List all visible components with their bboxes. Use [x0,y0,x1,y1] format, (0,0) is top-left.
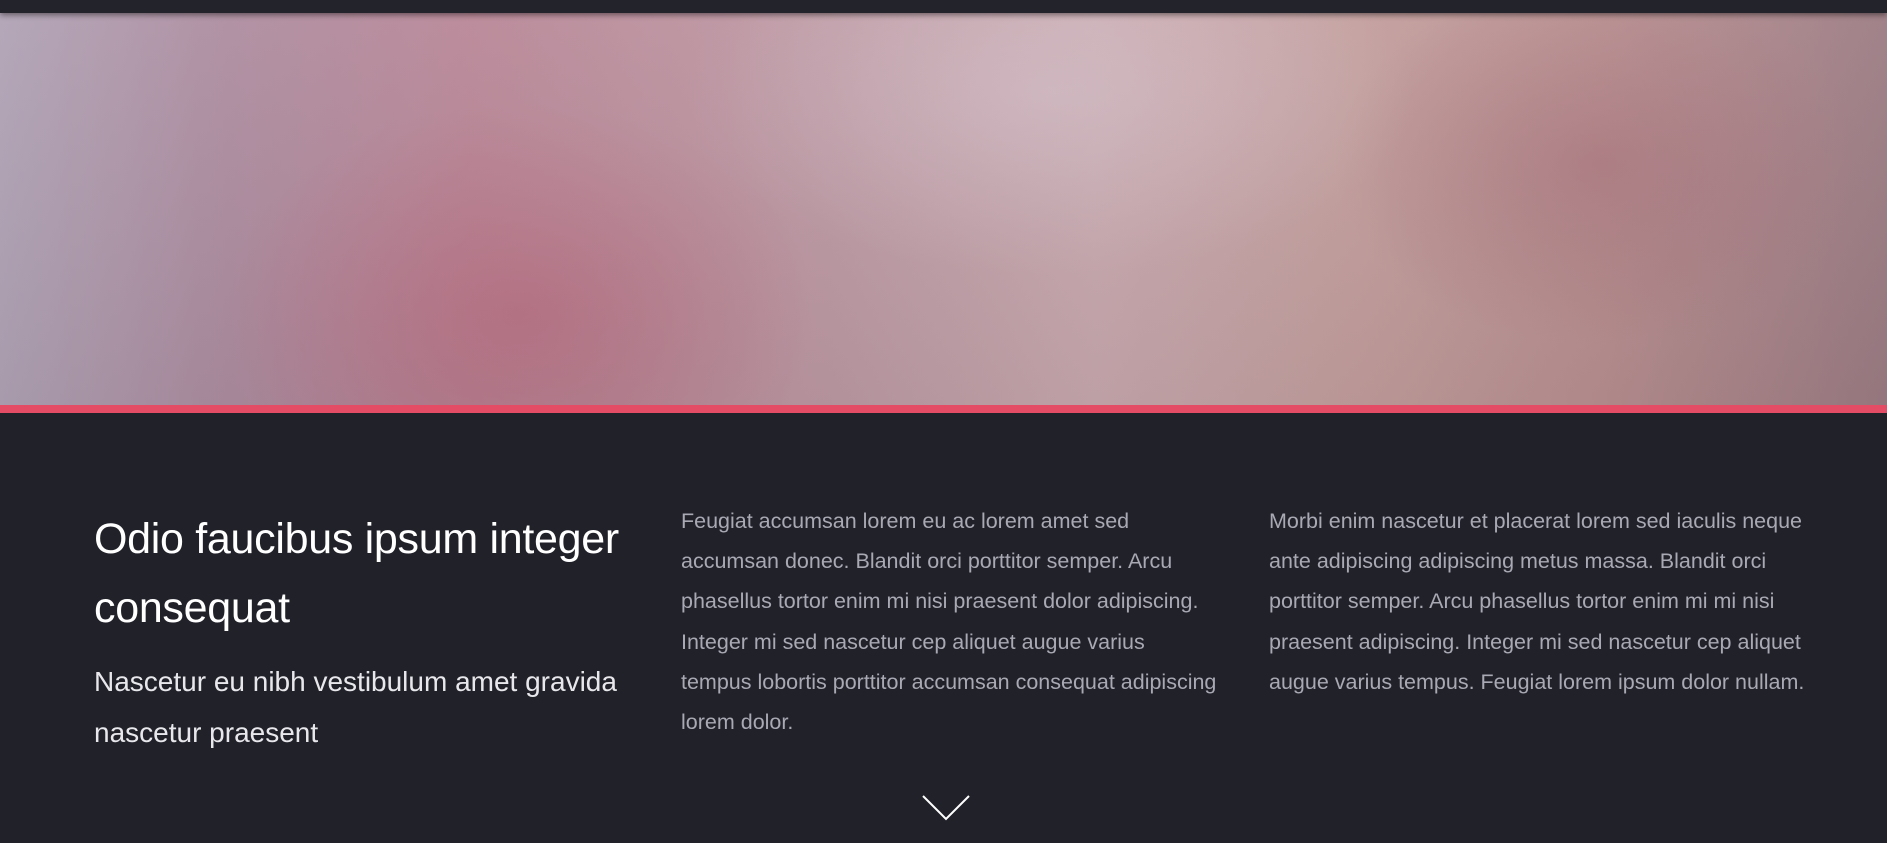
accent-divider [0,405,1887,413]
hero-overlay [0,13,1887,405]
section-heading: Odio faucibus ipsum integer consequat [94,515,619,632]
scroll-down-button[interactable] [921,791,971,823]
top-header-bar [0,0,1887,13]
section-subheading: Nascetur eu nibh vestibulum amet gravida… [94,666,617,748]
chevron-down-icon [922,795,970,821]
paragraph-1: Feugiat accumsan lorem eu ac lorem amet … [681,509,1217,735]
paragraph-2: Morbi enim nascetur et placerat lorem se… [1269,509,1805,694]
hero-banner [0,13,1887,405]
intro-section: Odio faucibus ipsum integer consequat Na… [0,413,1887,843]
